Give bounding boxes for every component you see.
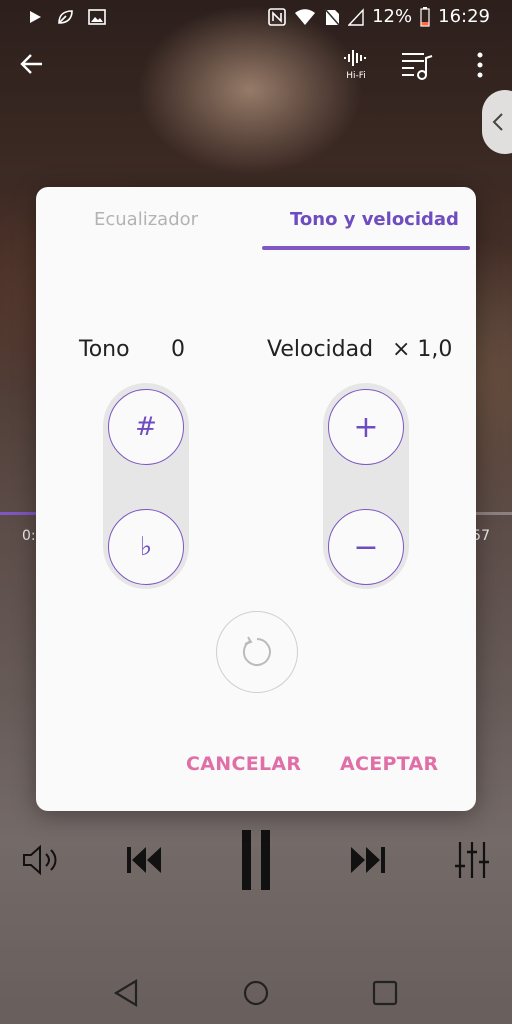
speed-value: × 1,0 (392, 337, 453, 362)
pause-icon (242, 830, 270, 890)
equalizer-button[interactable] (452, 830, 492, 890)
tab-equalizer[interactable]: Ecualizador (94, 209, 198, 230)
seek-bar-fill (0, 512, 40, 515)
battery-percent: 12% (372, 6, 413, 27)
nav-back-icon[interactable] (110, 976, 144, 1010)
cancel-button[interactable]: CANCELAR (186, 753, 301, 775)
chevron-left-icon (492, 113, 503, 131)
status-system: 12% 16:29 (268, 6, 490, 27)
battery-icon (420, 6, 430, 27)
flat-icon: ♭ (139, 532, 153, 562)
leaf-notification-icon (58, 10, 73, 24)
clock: 16:29 (438, 6, 490, 27)
tone-control-group: # ♭ (103, 383, 189, 589)
nav-recents-icon[interactable] (368, 976, 402, 1010)
tone-value: 0 (171, 337, 185, 362)
volume-button[interactable] (18, 830, 62, 890)
status-notifications (28, 8, 106, 26)
speed-up-button[interactable]: + (328, 389, 404, 465)
minus-icon: − (353, 529, 379, 565)
nfc-icon (268, 7, 286, 26)
player-toolbar: Hi-Fi (0, 40, 512, 154)
hifi-wave-icon (344, 50, 366, 66)
image-notification-icon (88, 9, 106, 25)
play-notification-icon (30, 11, 41, 23)
no-sim-icon (324, 7, 340, 26)
hifi-button[interactable]: Hi-Fi (342, 46, 370, 81)
tab-tone-speed[interactable]: Tono y velocidad (290, 209, 459, 230)
accept-button[interactable]: ACEPTAR (340, 753, 438, 775)
speed-down-button[interactable]: − (328, 509, 404, 585)
tone-down-button[interactable]: ♭ (108, 509, 184, 585)
pitch-speed-dialog: Ecualizador Tono y velocidad Tono 0 Velo… (36, 187, 476, 811)
signal-icon (348, 7, 364, 26)
tone-up-button[interactable]: # (108, 389, 184, 465)
tone-label: Tono (79, 337, 130, 362)
sharp-icon: # (135, 412, 157, 442)
side-drawer-tab[interactable] (482, 90, 512, 154)
elapsed-time: 0: (22, 528, 36, 544)
nav-home-icon[interactable] (239, 976, 273, 1010)
reset-button[interactable] (216, 611, 298, 693)
next-track-icon (351, 847, 385, 873)
plus-icon: + (353, 409, 379, 445)
hifi-label: Hi-Fi (346, 71, 366, 81)
system-nav-bar (0, 960, 512, 1024)
more-options-icon[interactable] (474, 50, 486, 80)
speed-control-group: + − (323, 383, 409, 589)
speed-label: Velocidad (267, 337, 374, 362)
status-bar: 12% 16:29 (0, 0, 512, 36)
playback-controls (0, 830, 512, 890)
next-button[interactable] (346, 830, 390, 890)
previous-button[interactable] (122, 830, 166, 890)
pause-button[interactable] (232, 830, 280, 890)
volume-icon (23, 844, 57, 876)
wifi-icon (295, 8, 316, 25)
equalizer-sliders-icon (455, 842, 489, 878)
previous-track-icon (127, 847, 161, 873)
reset-icon (242, 636, 271, 666)
tab-indicator (262, 246, 470, 250)
playlist-icon[interactable] (400, 48, 434, 82)
back-arrow-icon[interactable] (18, 50, 46, 78)
